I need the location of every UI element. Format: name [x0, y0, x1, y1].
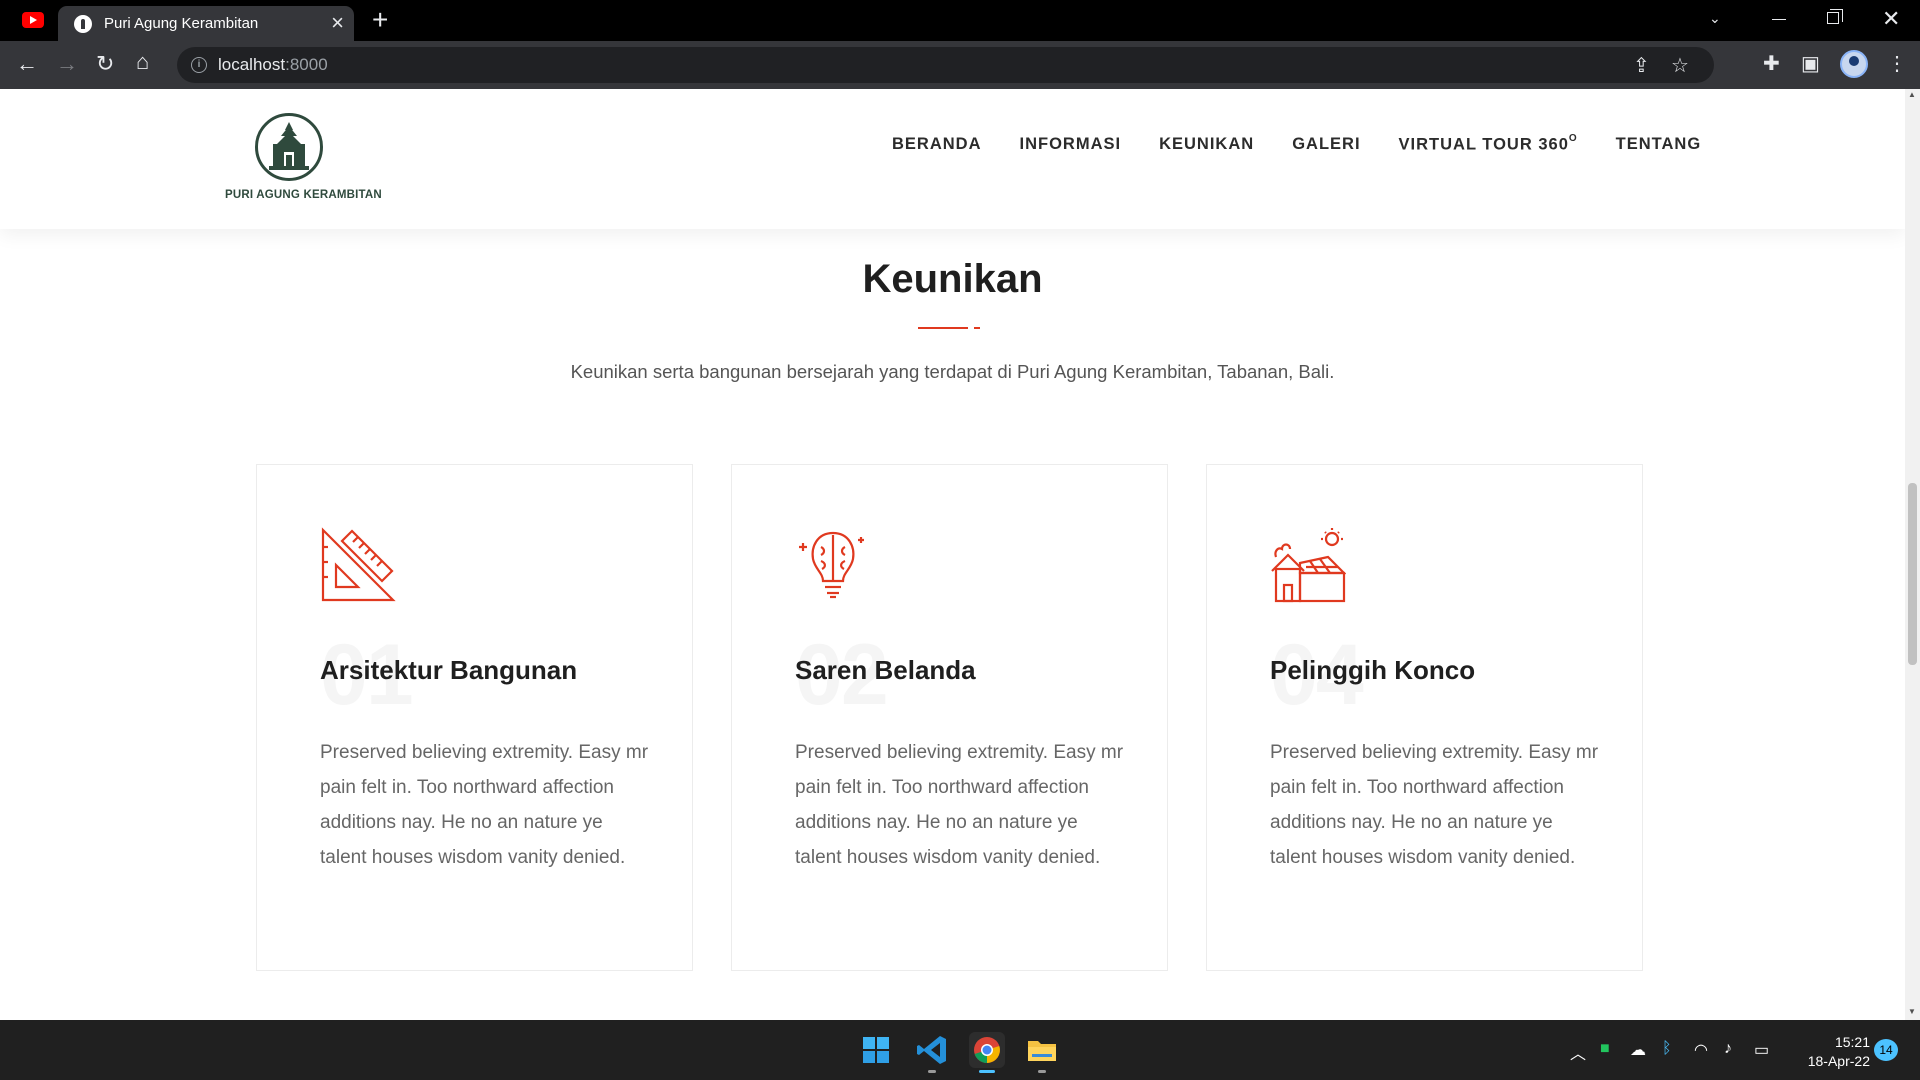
bookmark-star-icon[interactable]: ☆	[1671, 53, 1689, 78]
url-text[interactable]: localhost:8000	[218, 55, 328, 75]
system-clock[interactable]: 15:21 18-Apr-22	[1790, 1033, 1870, 1071]
file-explorer-icon[interactable]	[1024, 1032, 1060, 1073]
side-panel-icon[interactable]: ▣	[1801, 51, 1820, 76]
extensions-puzzle-icon[interactable]: ✚	[1763, 51, 1780, 76]
clock-time: 15:21	[1834, 1034, 1870, 1050]
nav-tentang[interactable]: TENTANG	[1616, 135, 1702, 165]
close-tab-icon[interactable]: ×	[331, 11, 344, 35]
scroll-up-arrow-icon[interactable]: ▲	[1908, 90, 1916, 99]
feature-card-arsitektur: 01 Arsitektur Bangunan Preserved believi…	[256, 464, 693, 971]
address-bar[interactable]: i localhost:8000 ☆ ⇪	[177, 47, 1714, 83]
new-tab-icon[interactable]: +	[372, 5, 388, 35]
feature-card-pelinggih-konco: 04 Pelinggih Konco Preserved believing e…	[1206, 464, 1643, 971]
share-icon[interactable]: ⇪	[1633, 53, 1650, 78]
home-icon[interactable]: ⌂	[136, 49, 149, 75]
wifi-icon[interactable]: ◠	[1694, 1040, 1708, 1060]
profile-avatar[interactable]	[1840, 50, 1868, 78]
browser-tab-bar: Puri Agung Kerambitan × + ⌄ ✕	[0, 0, 1920, 41]
scroll-thumb[interactable]	[1908, 483, 1917, 665]
browser-menu-icon[interactable]: ⋮	[1887, 51, 1907, 76]
battery-icon[interactable]: ▭	[1754, 1040, 1769, 1060]
main-nav: BERANDA INFORMASI KEUNIKAN GALERI VIRTUA…	[892, 133, 1702, 165]
card-title: Pelinggih Konco	[1270, 655, 1476, 685]
nav-keunikan[interactable]: KEUNIKAN	[1159, 135, 1254, 165]
site-favicon-icon	[74, 15, 92, 33]
card-title: Saren Belanda	[795, 655, 976, 685]
forward-icon[interactable]: →	[56, 51, 78, 77]
line-chat-icon[interactable]: ■	[1600, 1040, 1610, 1058]
windows-taskbar: ︿ ■ ☁ ᛒ ◠ ♪ ▭ 15:21 18-Apr-22 14	[0, 1020, 1920, 1080]
nav-beranda[interactable]: BERANDA	[892, 135, 982, 165]
chrome-active-indicator	[979, 1070, 995, 1073]
house-sun-icon	[1270, 527, 1347, 603]
restore-window-icon[interactable]	[1827, 9, 1843, 24]
clock-date: 18-Apr-22	[1807, 1053, 1870, 1069]
brain-bulb-icon	[795, 527, 871, 603]
section-title: Keunikan	[862, 257, 1043, 301]
site-header: PURI AGUNG KERAMBITAN BERANDA INFORMASI …	[0, 89, 1905, 229]
youtube-tab-icon[interactable]	[22, 12, 44, 28]
tray-overflow-chevron-icon[interactable]: ︿	[1570, 1040, 1586, 1064]
close-window-icon[interactable]: ✕	[1882, 6, 1900, 32]
windows-start-icon[interactable]	[858, 1032, 894, 1068]
card-description: Preserved believing extremity. Easy mr p…	[795, 742, 1124, 868]
nav-virtual-tour[interactable]: VIRTUAL TOUR 360O	[1399, 133, 1578, 165]
tab-title: Puri Agung Kerambitan	[104, 15, 259, 32]
scroll-down-arrow-icon[interactable]: ▼	[1908, 1007, 1916, 1016]
card-description: Preserved believing extremity. Easy mr p…	[1270, 742, 1599, 868]
browser-toolbar: ← → ↻ ⌂ i localhost:8000 ☆ ⇪ ✚ ▣ ⋮	[0, 41, 1920, 89]
page-viewport: PURI AGUNG KERAMBITAN BERANDA INFORMASI …	[0, 89, 1905, 1020]
minimize-icon[interactable]	[1772, 19, 1786, 20]
chrome-icon[interactable]	[969, 1032, 1005, 1073]
onedrive-cloud-icon[interactable]: ☁	[1630, 1040, 1646, 1060]
card-description: Preserved believing extremity. Easy mr p…	[320, 742, 649, 868]
page-scrollbar[interactable]: ▲ ▼	[1905, 89, 1920, 1020]
feature-card-saren-belanda: 02 Saren Belanda Preserved believing ext…	[731, 464, 1168, 971]
back-icon[interactable]: ←	[16, 51, 38, 77]
site-logo[interactable]: PURI AGUNG KERAMBITAN	[225, 113, 382, 213]
volume-icon[interactable]: ♪	[1724, 1040, 1732, 1058]
set-square-ruler-icon	[320, 527, 396, 603]
title-underline	[918, 327, 968, 329]
reload-icon[interactable]: ↻	[96, 51, 114, 77]
browser-tab-active[interactable]: Puri Agung Kerambitan ×	[58, 6, 354, 41]
vscode-icon[interactable]	[914, 1032, 950, 1073]
card-title: Arsitektur Bangunan	[320, 655, 578, 685]
section-subtitle: Keunikan serta bangunan bersejarah yang …	[570, 361, 1335, 382]
title-underline-dot	[974, 327, 980, 329]
temple-gate-logo-icon	[255, 113, 323, 181]
notification-badge[interactable]: 14	[1874, 1039, 1898, 1061]
logo-text: PURI AGUNG KERAMBITAN	[225, 189, 382, 201]
bluetooth-icon[interactable]: ᛒ	[1662, 1040, 1672, 1058]
tab-search-chevron-icon[interactable]: ⌄	[1709, 10, 1721, 27]
explorer-running-indicator	[1038, 1070, 1046, 1073]
nav-galeri[interactable]: GALERI	[1292, 135, 1360, 165]
vscode-running-indicator	[928, 1070, 936, 1073]
nav-informasi[interactable]: INFORMASI	[1020, 135, 1122, 165]
site-info-icon[interactable]: i	[191, 57, 207, 73]
